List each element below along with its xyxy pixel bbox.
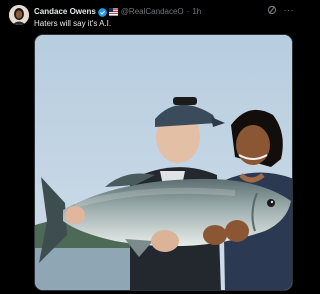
separator-dot: · — [186, 7, 190, 16]
tweet-actions-top: ··· — [267, 5, 295, 15]
more-icon[interactable]: ··· — [284, 5, 295, 15]
flag-icon — [108, 8, 118, 16]
author-name[interactable]: Candace Owens — [34, 7, 96, 17]
verified-badge-icon — [97, 7, 107, 17]
grok-icon[interactable] — [267, 5, 277, 15]
author-handle[interactable]: @RealCandaceO — [121, 7, 184, 17]
tweet-photo[interactable] — [34, 34, 293, 291]
author-avatar[interactable] — [9, 5, 29, 25]
timestamp[interactable]: 1h — [192, 7, 201, 17]
tweet-header: Candace Owens @RealCandaceO · 1h — [34, 6, 201, 18]
tweet[interactable]: Candace Owens @RealCandaceO · 1h Haters … — [0, 0, 300, 294]
tweet-text: Haters will say it's A.I. — [34, 19, 112, 28]
